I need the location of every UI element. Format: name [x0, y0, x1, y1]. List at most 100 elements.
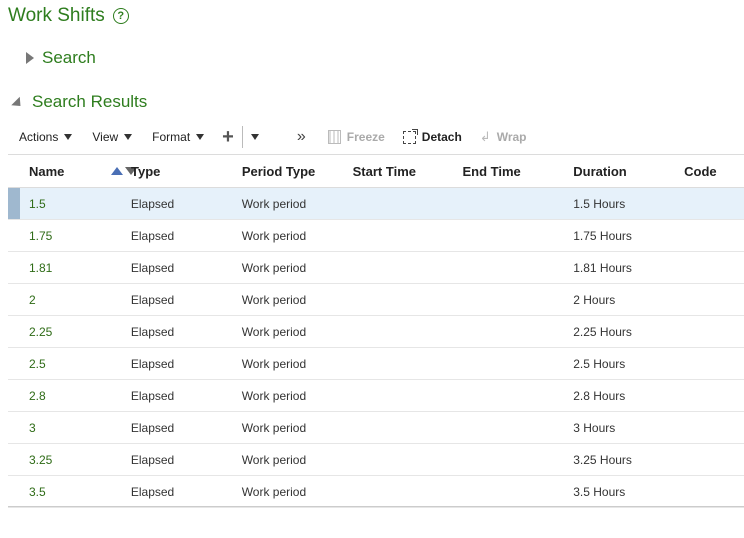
format-label: Format: [152, 130, 191, 144]
cell-period-type: Work period: [241, 484, 307, 499]
cell-duration: 2.8 Hours: [573, 388, 626, 403]
cell-period-type: Work period: [241, 196, 307, 211]
cell-type: Elapsed: [130, 196, 175, 211]
row-selector[interactable]: [8, 220, 20, 251]
results-section-label: Search Results: [32, 92, 148, 111]
column-header-type[interactable]: Type: [131, 164, 242, 179]
cell-duration: 3 Hours: [573, 420, 616, 435]
cell-name[interactable]: 3.25: [20, 453, 131, 467]
cell-duration: 2.25 Hours: [573, 324, 632, 339]
cell-duration: 3.5 Hours: [573, 484, 626, 499]
cell-name[interactable]: 1.5: [20, 197, 131, 211]
cell-name[interactable]: 3: [20, 421, 131, 435]
cell-type: Elapsed: [130, 260, 175, 275]
cell-name[interactable]: 2.8: [20, 389, 131, 403]
cell-period-type: Work period: [241, 228, 307, 243]
table-row[interactable]: 3 Elapsed Work period 3 Hours: [8, 412, 744, 444]
results-toolbar: Actions View Format + » Freeze Detach ↲ …: [19, 126, 739, 148]
cell-name[interactable]: 2.25: [20, 325, 131, 339]
overflow-icon[interactable]: »: [297, 128, 306, 146]
actions-label: Actions: [19, 130, 59, 144]
help-icon[interactable]: ?: [112, 8, 129, 24]
cell-duration: 1.75 Hours: [573, 228, 632, 243]
cell-duration: 1.5 Hours: [573, 196, 626, 211]
cell-name[interactable]: 1.81: [20, 261, 131, 275]
wrap-icon: ↲: [479, 129, 491, 144]
cell-period-type: Work period: [241, 292, 307, 307]
cell-name[interactable]: 3.5: [20, 485, 131, 499]
column-header-name[interactable]: Name: [20, 163, 138, 179]
cell-period-type: Work period: [241, 388, 307, 403]
table-header: Name Type Period Type Start Time End Tim…: [8, 154, 744, 188]
toolbar-divider: [241, 126, 243, 148]
cell-period-type: Work period: [241, 356, 307, 371]
row-selector[interactable]: [8, 316, 20, 347]
work-shifts-table: Name Type Period Type Start Time End Tim…: [8, 154, 744, 508]
row-selector[interactable]: [8, 284, 20, 315]
cell-type: Elapsed: [130, 452, 175, 467]
cell-name[interactable]: 2.5: [20, 357, 131, 371]
freeze-icon: [327, 130, 341, 144]
cell-type: Elapsed: [130, 420, 175, 435]
row-selector[interactable]: [8, 412, 20, 443]
add-icon[interactable]: +: [222, 127, 234, 147]
column-header-end-time[interactable]: End Time: [462, 164, 573, 179]
cell-duration: 2 Hours: [573, 292, 616, 307]
header-spacer: [8, 155, 20, 187]
cell-type: Elapsed: [130, 356, 175, 371]
format-menu[interactable]: Format: [152, 130, 205, 144]
column-header-code[interactable]: Code: [684, 164, 744, 179]
cell-period-type: Work period: [241, 260, 307, 275]
cell-period-type: Work period: [241, 324, 307, 339]
table-row[interactable]: 2.5 Elapsed Work period 2.5 Hours: [8, 348, 744, 380]
detach-label: Detach: [421, 130, 462, 144]
freeze-label: Freeze: [346, 130, 385, 144]
page-title: Work Shifts ?: [8, 5, 129, 27]
table-row[interactable]: 3.25 Elapsed Work period 3.25 Hours: [8, 444, 744, 476]
search-section-label: Search: [42, 48, 96, 67]
cell-type: Elapsed: [130, 324, 175, 339]
expand-icon: [26, 52, 34, 64]
row-selector[interactable]: [8, 444, 20, 475]
cell-type: Elapsed: [130, 228, 175, 243]
view-label: View: [92, 130, 119, 144]
table-row[interactable]: 1.75 Elapsed Work period 1.75 Hours: [8, 220, 744, 252]
collapse-icon: [11, 96, 25, 110]
cell-period-type: Work period: [241, 452, 307, 467]
column-header-duration[interactable]: Duration: [573, 164, 684, 179]
row-selector[interactable]: [8, 252, 20, 283]
row-selector[interactable]: [8, 348, 20, 379]
freeze-button[interactable]: Freeze: [327, 130, 385, 144]
cell-type: Elapsed: [130, 388, 175, 403]
results-section-toggle[interactable]: Search Results: [11, 92, 148, 112]
chevron-down-icon: [196, 134, 205, 140]
table-row[interactable]: 1.81 Elapsed Work period 1.81 Hours: [8, 252, 744, 284]
cell-name[interactable]: 1.75: [20, 229, 131, 243]
sort-ascending-icon[interactable]: [111, 167, 124, 175]
detach-button[interactable]: Detach: [402, 128, 462, 144]
search-section-toggle[interactable]: Search: [26, 48, 96, 68]
table-row[interactable]: 1.5 Elapsed Work period 1.5 Hours: [8, 188, 744, 220]
row-selector[interactable]: [8, 380, 20, 411]
page-title-text: Work Shifts: [8, 5, 105, 26]
table-bottom-border: [8, 506, 744, 507]
view-menu[interactable]: View: [92, 130, 133, 144]
cell-duration: 3.25 Hours: [573, 452, 632, 467]
chevron-down-icon: [64, 134, 73, 140]
table-row[interactable]: 2.8 Elapsed Work period 2.8 Hours: [8, 380, 744, 412]
wrap-button[interactable]: ↲ Wrap: [480, 129, 527, 145]
wrap-label: Wrap: [496, 130, 527, 144]
column-header-start-time[interactable]: Start Time: [353, 164, 463, 179]
table-row[interactable]: 2.25 Elapsed Work period 2.25 Hours: [8, 316, 744, 348]
column-header-period-type[interactable]: Period Type: [242, 164, 353, 179]
row-selector[interactable]: [8, 188, 20, 219]
chevron-down-icon: [124, 134, 133, 140]
detach-icon: [402, 128, 418, 144]
cell-name[interactable]: 2: [20, 293, 131, 307]
row-selector[interactable]: [8, 476, 20, 507]
actions-menu[interactable]: Actions: [19, 130, 73, 144]
table-row[interactable]: 2 Elapsed Work period 2 Hours: [8, 284, 744, 316]
column-label: Name: [28, 163, 65, 179]
add-menu-chevron-icon[interactable]: [250, 134, 259, 140]
table-row[interactable]: 3.5 Elapsed Work period 3.5 Hours: [8, 476, 744, 508]
